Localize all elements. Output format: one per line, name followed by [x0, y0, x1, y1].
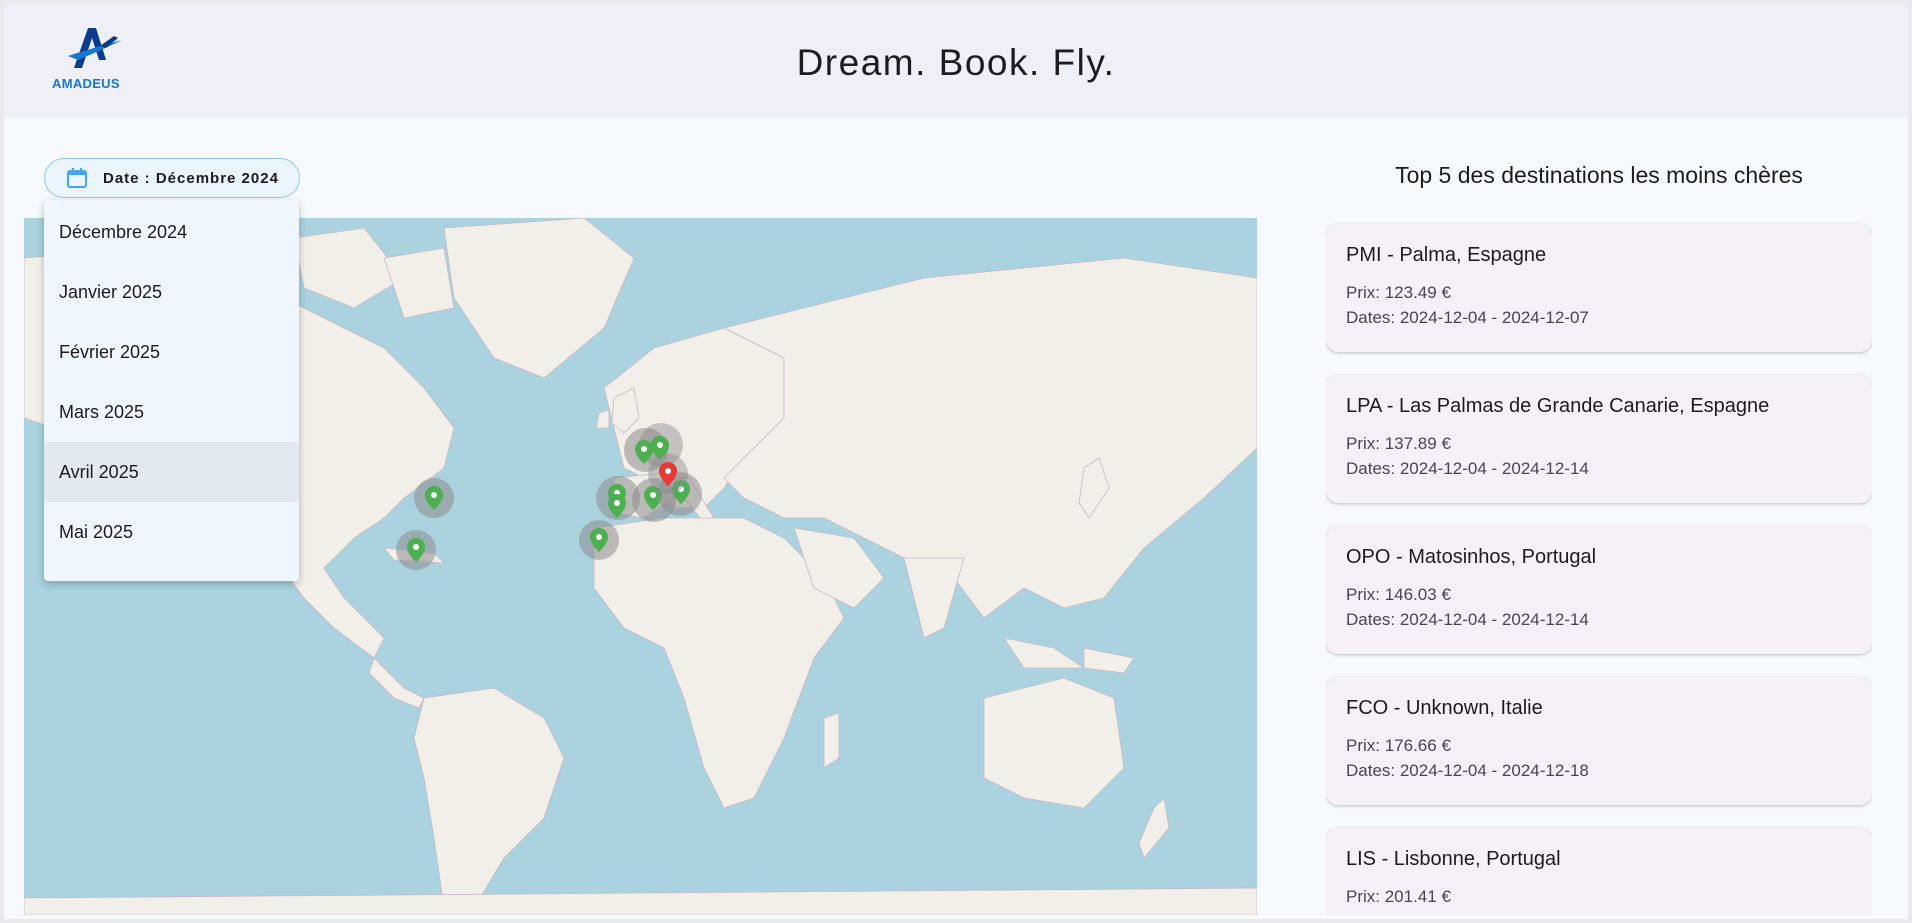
destination-card[interactable]: PMI - Palma, Espagne Prix: 123.49 € Date…: [1326, 224, 1872, 352]
date-dropdown-menu: Décembre 2024 Janvier 2025 Février 2025 …: [44, 200, 299, 581]
date-filter-chip[interactable]: Date : Décembre 2024: [44, 158, 300, 198]
app-header: AMADEUS Dream. Book. Fly.: [4, 4, 1908, 118]
destination-dates: Dates: 2024-12-04 - 2024-12-07: [1346, 308, 1589, 327]
map-pin-icon[interactable]: [590, 528, 608, 552]
destination-card[interactable]: OPO - Matosinhos, Portugal Prix: 146.03 …: [1326, 526, 1872, 654]
destination-name: PMI - Palma, Espagne: [1346, 244, 1547, 266]
destination-price: Prix: 201.41 €: [1346, 887, 1451, 906]
map-pin-icon[interactable]: [608, 494, 626, 518]
destination-price: Prix: 146.03 €: [1346, 585, 1451, 604]
destination-dates: Dates: 2024-12-04 - 2024-12-14: [1346, 459, 1589, 478]
destination-price: Prix: 176.66 €: [1346, 736, 1451, 755]
map-pin-icon[interactable]: [407, 538, 425, 562]
origin-pin-icon[interactable]: [659, 462, 677, 486]
destination-name: FCO - Unknown, Italie: [1346, 697, 1543, 719]
top-destinations-title: Top 5 des destinations les moins chères: [1395, 162, 1803, 188]
dropdown-option-janvier-2025[interactable]: Janvier 2025: [44, 262, 299, 322]
dropdown-option-avril-2025[interactable]: Avril 2025: [44, 442, 299, 502]
map-pin-icon[interactable]: [425, 486, 443, 510]
destination-name: OPO - Matosinhos, Portugal: [1346, 546, 1597, 568]
destination-card[interactable]: FCO - Unknown, Italie Prix: 176.66 € Dat…: [1326, 677, 1872, 805]
app-frame: AMADEUS Dream. Book. Fly. Date : Décembr…: [4, 4, 1908, 919]
dropdown-option-fevrier-2025[interactable]: Février 2025: [44, 322, 299, 382]
destination-card[interactable]: LPA - Las Palmas de Grande Canarie, Espa…: [1326, 375, 1872, 503]
destination-price: Prix: 123.49 €: [1346, 283, 1451, 302]
page-title: Dream. Book. Fly.: [796, 42, 1116, 83]
dropdown-option-mai-2025[interactable]: Mai 2025: [44, 502, 299, 562]
destination-name: LPA - Las Palmas de Grande Canarie, Espa…: [1346, 395, 1770, 417]
destinations-list[interactable]: PMI - Palma, Espagne Prix: 123.49 € Date…: [1326, 218, 1872, 915]
calendar-icon: [67, 168, 87, 188]
destination-dates: Dates: 2024-12-04 - 2024-12-14: [1346, 610, 1589, 629]
destination-card[interactable]: LIS - Lisbonne, Portugal Prix: 201.41 €: [1326, 828, 1872, 915]
date-filter-label: Date : Décembre 2024: [103, 169, 279, 187]
destination-price: Prix: 137.89 €: [1346, 434, 1451, 453]
destination-dates: Dates: 2024-12-04 - 2024-12-18: [1346, 761, 1589, 780]
dropdown-option-decembre-2024[interactable]: Décembre 2024: [44, 202, 299, 262]
destination-name: LIS - Lisbonne, Portugal: [1346, 848, 1561, 870]
dropdown-option-mars-2025[interactable]: Mars 2025: [44, 382, 299, 442]
